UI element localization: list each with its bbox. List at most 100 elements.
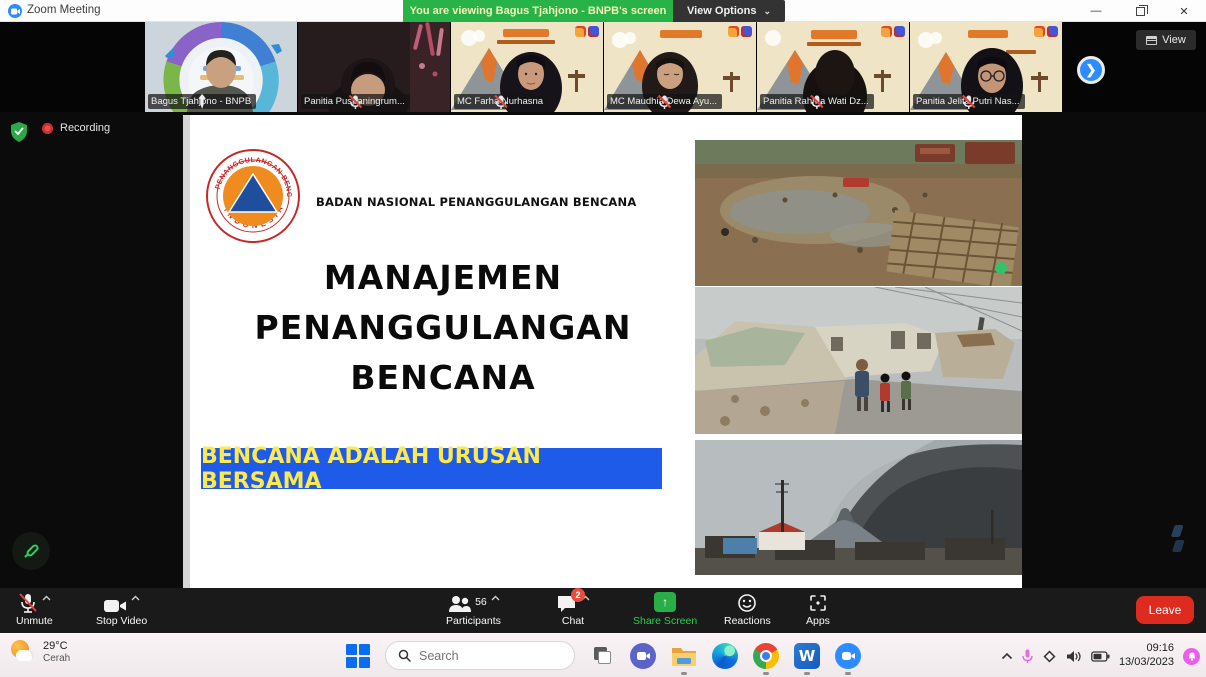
- weather-sun-cloud-icon: [10, 639, 36, 665]
- stop-video-button[interactable]: Stop Video: [96, 592, 147, 627]
- weather-desc: Cerah: [43, 653, 70, 665]
- tray-expand-chevron-icon[interactable]: [1001, 652, 1013, 660]
- nameplate: Bagus Tjahjono - BNPB: [148, 94, 256, 109]
- start-button[interactable]: [344, 642, 372, 670]
- minimize-icon: —: [1091, 5, 1102, 17]
- share-screen-icon: ↑: [654, 592, 676, 612]
- up-arrow-icon: ↑: [662, 595, 668, 609]
- edge-icon: [712, 643, 738, 669]
- nameplate: MC Maudhia Dewa Ayu...: [607, 94, 722, 109]
- recording-label: Recording: [60, 122, 110, 134]
- notification-bell-icon[interactable]: [1183, 648, 1200, 665]
- unmute-label: Unmute: [16, 615, 53, 627]
- edge-browser-button[interactable]: [711, 642, 739, 670]
- annotate-pencil-button[interactable]: [12, 532, 50, 570]
- muted-mic-icon: [301, 94, 410, 109]
- search-input[interactable]: [419, 649, 549, 663]
- close-icon: ✕: [1179, 5, 1188, 18]
- clock-time: 09:16: [1119, 642, 1174, 656]
- recording-indicator[interactable]: Recording: [42, 122, 110, 134]
- tray-volume-icon[interactable]: [1066, 650, 1082, 663]
- caret-up-icon[interactable]: [131, 595, 140, 601]
- participant-tile-puspaningrum[interactable]: Panitia Puspaningrum...: [298, 22, 450, 112]
- participant-tile-farha[interactable]: MC Farha Nurhasna: [451, 22, 603, 112]
- tray-network-icon[interactable]: [1042, 650, 1057, 663]
- view-layout-button[interactable]: View: [1136, 30, 1196, 50]
- zoom-logo-icon: [8, 4, 22, 18]
- recording-dot-icon: [42, 123, 53, 134]
- minimize-button[interactable]: —: [1074, 0, 1118, 22]
- task-view-icon: [594, 647, 611, 664]
- nameplate: Panitia Rahma Wati Dz...: [760, 94, 874, 109]
- word-button[interactable]: W: [793, 642, 821, 670]
- chrome-browser-button[interactable]: [752, 642, 780, 670]
- participants-count: 56: [475, 596, 487, 608]
- share-screen-button[interactable]: ↑ Share Screen: [633, 592, 697, 627]
- nameplate: Panitia Jelita Putri Nas...: [913, 94, 1025, 109]
- muted-mic-icon: [607, 94, 722, 109]
- chevron-right-icon: ❯: [1086, 62, 1097, 78]
- app-badge-icon: [728, 26, 739, 37]
- shared-screen-stage: Recording PENANGGULANGAN BENCANA I N D O…: [0, 112, 1206, 588]
- leave-button[interactable]: Leave: [1136, 596, 1194, 624]
- slide-title-line: PENANGGULANGAN: [191, 303, 695, 353]
- taskbar-search[interactable]: [385, 641, 575, 670]
- app-badge-icon: [1034, 26, 1045, 37]
- teams-chat-button[interactable]: [629, 642, 657, 670]
- close-button[interactable]: ✕: [1162, 0, 1206, 22]
- weather-temp: 29°C: [43, 640, 70, 653]
- apps-label: Apps: [806, 615, 830, 627]
- reactions-button[interactable]: Reactions: [724, 592, 771, 627]
- caret-up-icon[interactable]: [42, 595, 51, 601]
- bnpb-logo: PENANGGULANGAN BENCANA I N D O N E S I A: [205, 148, 301, 244]
- task-view-button[interactable]: [588, 642, 616, 670]
- zoom-app-icon: [835, 643, 861, 669]
- apps-grid-icon: [808, 593, 828, 613]
- app-badge-icon: [881, 26, 892, 37]
- participant-tile-jelita[interactable]: Panitia Jelita Putri Nas...: [910, 22, 1062, 112]
- view-options-button[interactable]: View Options ⌄: [673, 0, 785, 22]
- screen-share-banner: You are viewing Bagus Tjahjono - BNPB's …: [403, 0, 673, 22]
- weather-widget[interactable]: 29°C Cerah: [10, 639, 70, 665]
- presentation-slide: PENANGGULANGAN BENCANA I N D O N E S I A…: [183, 115, 1022, 588]
- video-camera-icon: [103, 595, 127, 617]
- file-explorer-button[interactable]: [670, 642, 698, 670]
- tray-mic-icon[interactable]: [1022, 649, 1033, 664]
- restore-button[interactable]: [1118, 0, 1162, 22]
- app-badge-icon: [1047, 26, 1058, 37]
- nameplate: MC Farha Nurhasna: [454, 94, 548, 109]
- slide-highlight-text: BENCANA ADALAH URUSAN BERSAMA: [201, 444, 662, 494]
- caret-up-icon[interactable]: [491, 595, 500, 601]
- restore-icon: [1136, 7, 1145, 16]
- video-thumbnail-strip: Bagus Tjahjono - BNPB P: [0, 22, 1206, 112]
- zoom-app-button[interactable]: [834, 642, 862, 670]
- chat-button[interactable]: 2 Chat: [556, 592, 590, 627]
- unmute-button[interactable]: Unmute: [16, 592, 53, 627]
- next-participants-page-button[interactable]: ❯: [1077, 56, 1105, 84]
- app-badge-icon: [741, 26, 752, 37]
- participant-tile-maudhia[interactable]: MC Maudhia Dewa Ayu...: [604, 22, 756, 112]
- window-controls: — ✕: [1074, 0, 1206, 22]
- windows-taskbar: 29°C Cerah: [0, 633, 1206, 677]
- tile-app-badges: [881, 26, 905, 37]
- taskbar-clock[interactable]: 09:16 13/03/2023: [1119, 642, 1174, 670]
- tile-app-badges: [1034, 26, 1058, 37]
- slide-title-line: MANAJEMEN: [191, 253, 695, 303]
- windows-logo-icon: [346, 644, 370, 668]
- nameplate: Panitia Puspaningrum...: [301, 94, 410, 109]
- pin-icon: [148, 94, 256, 109]
- participant-tile-rahma[interactable]: Panitia Rahma Wati Dz...: [757, 22, 909, 112]
- teams-chat-icon: [630, 643, 656, 669]
- tray-battery-icon[interactable]: [1091, 651, 1110, 662]
- participants-button[interactable]: 56 Participants: [446, 592, 501, 627]
- participants-label: Participants: [446, 615, 501, 627]
- participant-tile-bagus[interactable]: Bagus Tjahjono - BNPB: [145, 22, 297, 112]
- share-screen-label: Share Screen: [633, 615, 697, 627]
- apps-button[interactable]: Apps: [806, 592, 830, 627]
- meeting-info-shield-icon[interactable]: [10, 122, 28, 147]
- clock-date: 13/03/2023: [1119, 656, 1174, 670]
- org-name: BADAN NASIONAL PENANGGULANGAN BENCANA: [316, 195, 636, 209]
- photo-flood-damage: [695, 140, 1022, 286]
- pencil-icon: [22, 542, 40, 560]
- taskbar-center-icons: W: [344, 641, 862, 670]
